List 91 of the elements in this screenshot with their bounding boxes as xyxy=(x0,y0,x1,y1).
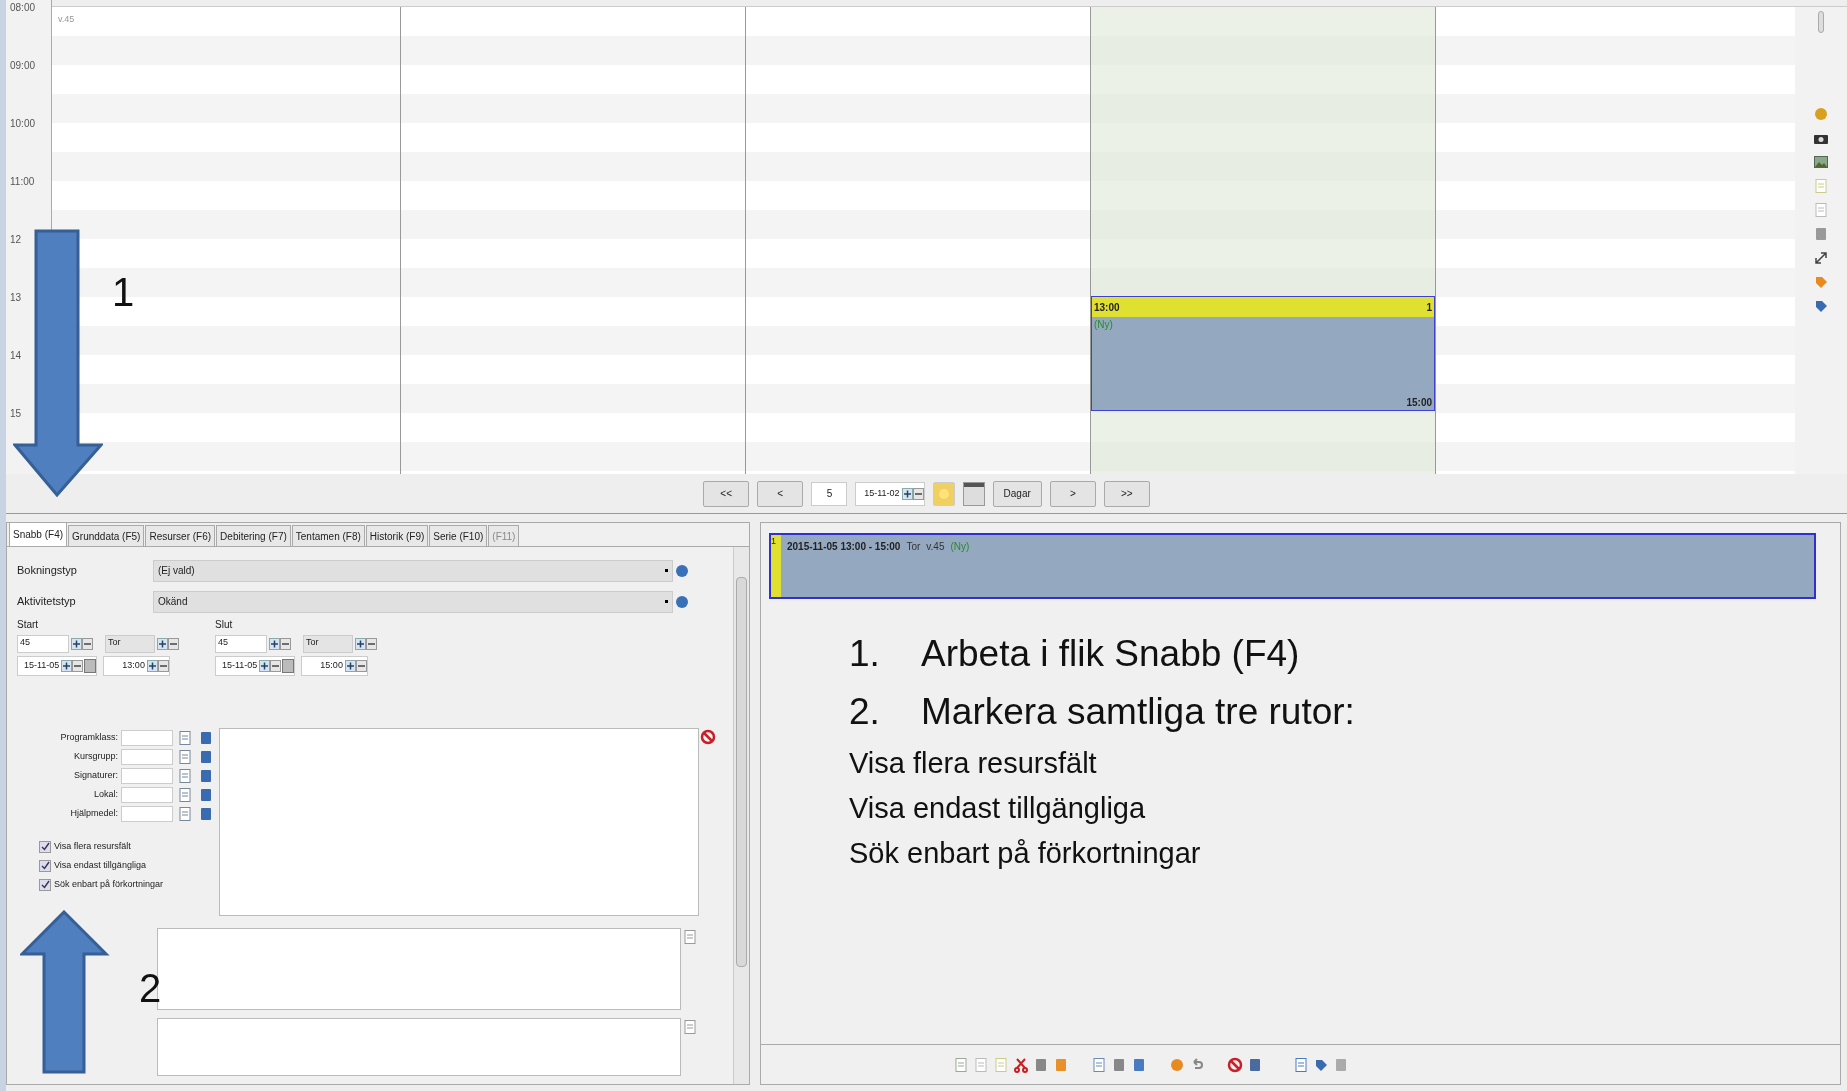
document-icon[interactable] xyxy=(176,728,194,747)
hour-label: 13 xyxy=(10,292,22,303)
hour-label: 14 xyxy=(10,350,22,361)
booking-week: v.45 xyxy=(926,540,945,554)
nav-button[interactable]: < xyxy=(757,480,804,507)
plus-minus-icon[interactable] xyxy=(157,638,179,650)
stop-icon[interactable] xyxy=(1225,1055,1244,1074)
nav-button[interactable]: >> xyxy=(1103,480,1150,507)
scrollbar[interactable] xyxy=(733,547,749,1084)
tab[interactable]: Snabb (F4) xyxy=(9,522,68,546)
booking-row[interactable]: 1 2015-11-05 13:00 - 15:00 Tor v.45 (Ny) xyxy=(769,533,1816,599)
tab[interactable]: Serie (F10) xyxy=(429,525,488,546)
instruction-line: Visa endast tillgängliga xyxy=(849,791,1146,826)
document-icon[interactable] xyxy=(176,747,194,766)
annotation-number: 1 xyxy=(112,269,135,316)
row-index: 1 xyxy=(771,535,781,597)
document-icon[interactable] xyxy=(1812,201,1830,219)
plus-minus-icon[interactable] xyxy=(259,660,282,672)
tab[interactable]: Resurser (F6) xyxy=(145,525,216,546)
resource-field[interactable] xyxy=(121,767,173,784)
step-text: Markera samtliga tre rutor: xyxy=(921,690,1355,734)
week-field[interactable]: 45 xyxy=(215,635,267,653)
step-number: 2. xyxy=(849,690,881,734)
plus-minus-icon[interactable] xyxy=(146,660,169,672)
tab[interactable]: Tentamen (F8) xyxy=(291,525,365,546)
plus-minus-icon[interactable] xyxy=(71,638,93,650)
instruction-line: Visa flera resursfält xyxy=(849,746,1097,781)
checkbox-label: Sök enbart på förkortningar xyxy=(54,877,164,891)
event-count: 1 xyxy=(1426,300,1432,315)
hour-label: 10:00 xyxy=(10,118,36,129)
event-status: (Ny) xyxy=(1093,318,1114,332)
event-end: 15:00 xyxy=(1405,396,1433,410)
scroll-thumb[interactable] xyxy=(1818,11,1824,33)
nav-button[interactable]: > xyxy=(1049,480,1096,507)
tab[interactable]: Historik (F9) xyxy=(365,525,429,546)
booking-day: Tor xyxy=(906,539,921,554)
document-icon[interactable] xyxy=(176,766,194,785)
hour-label: 09:00 xyxy=(10,60,36,71)
dropdown[interactable]: (Ej vald) xyxy=(153,559,673,582)
checkbox-label: Visa endast tillgängliga xyxy=(54,858,146,872)
hour-label: 12 xyxy=(10,234,22,245)
field-label: Aktivitetstyp xyxy=(17,594,77,610)
day-field[interactable]: Tor xyxy=(303,635,353,653)
week-label: v.45 xyxy=(58,13,75,26)
nav-button[interactable]: << xyxy=(703,480,750,507)
day-count-spinner[interactable]: 5 xyxy=(811,481,848,506)
document-icon[interactable] xyxy=(681,1018,699,1036)
plus-minus-icon[interactable] xyxy=(269,638,291,650)
step-number: 1. xyxy=(849,632,881,676)
document-icon[interactable] xyxy=(176,785,194,804)
resource-label: Hjälpmedel: xyxy=(70,806,118,820)
expand-icon[interactable] xyxy=(1812,249,1830,267)
step-text: Arbeta i flik Snabb (F4) xyxy=(921,632,1300,676)
resource-field[interactable] xyxy=(121,805,173,822)
resource-label: Kursgrupp: xyxy=(73,749,118,763)
calendar-event[interactable]: 13:00 1 (Ny) 15:00 xyxy=(1091,296,1435,411)
checkbox[interactable] xyxy=(39,840,51,853)
annotation-number: 2 xyxy=(139,965,162,1012)
hour-label: 11:00 xyxy=(10,176,35,187)
resource-label: Lokal: xyxy=(93,787,118,801)
field-label: Start xyxy=(17,618,40,632)
nav-button[interactable]: Dagar xyxy=(992,480,1042,507)
booking-status: (Ny) xyxy=(950,540,970,554)
plus-minus-icon[interactable] xyxy=(901,487,924,500)
checkbox[interactable] xyxy=(39,859,51,872)
booking-time: 2015-11-05 13:00 - 15:00 xyxy=(787,540,901,554)
stop-icon[interactable] xyxy=(699,728,717,746)
hour-label: 15 xyxy=(10,408,22,419)
plus-minus-icon[interactable] xyxy=(344,660,367,672)
plus-minus-icon[interactable] xyxy=(355,638,377,650)
field-label: Slut xyxy=(215,618,234,632)
resource-field[interactable] xyxy=(121,729,173,746)
day-field[interactable]: Tor xyxy=(105,635,155,653)
plus-minus-icon[interactable] xyxy=(61,660,84,672)
resource-label: Signaturer: xyxy=(73,768,118,782)
document-icon[interactable] xyxy=(681,928,699,946)
hour-label: 08:00 xyxy=(10,2,36,13)
field-label: Bokningstyp xyxy=(17,563,78,579)
resource-field[interactable] xyxy=(121,786,173,803)
resource-label: Programklass: xyxy=(60,730,118,744)
week-field[interactable]: 45 xyxy=(17,635,69,653)
comment-field[interactable] xyxy=(157,1018,681,1076)
tab[interactable]: Grunddata (F5) xyxy=(68,525,145,546)
dropdown[interactable]: Okänd xyxy=(153,590,673,613)
checkbox-label: Visa flera resursfält xyxy=(54,839,131,853)
event-start: 13:00 xyxy=(1094,300,1120,315)
instruction-line: Sök enbart på förkortningar xyxy=(849,836,1201,871)
tab[interactable]: Debitering (F7) xyxy=(216,525,291,546)
checkbox[interactable] xyxy=(39,878,51,891)
resource-field[interactable] xyxy=(121,748,173,765)
document-icon[interactable] xyxy=(176,804,194,823)
